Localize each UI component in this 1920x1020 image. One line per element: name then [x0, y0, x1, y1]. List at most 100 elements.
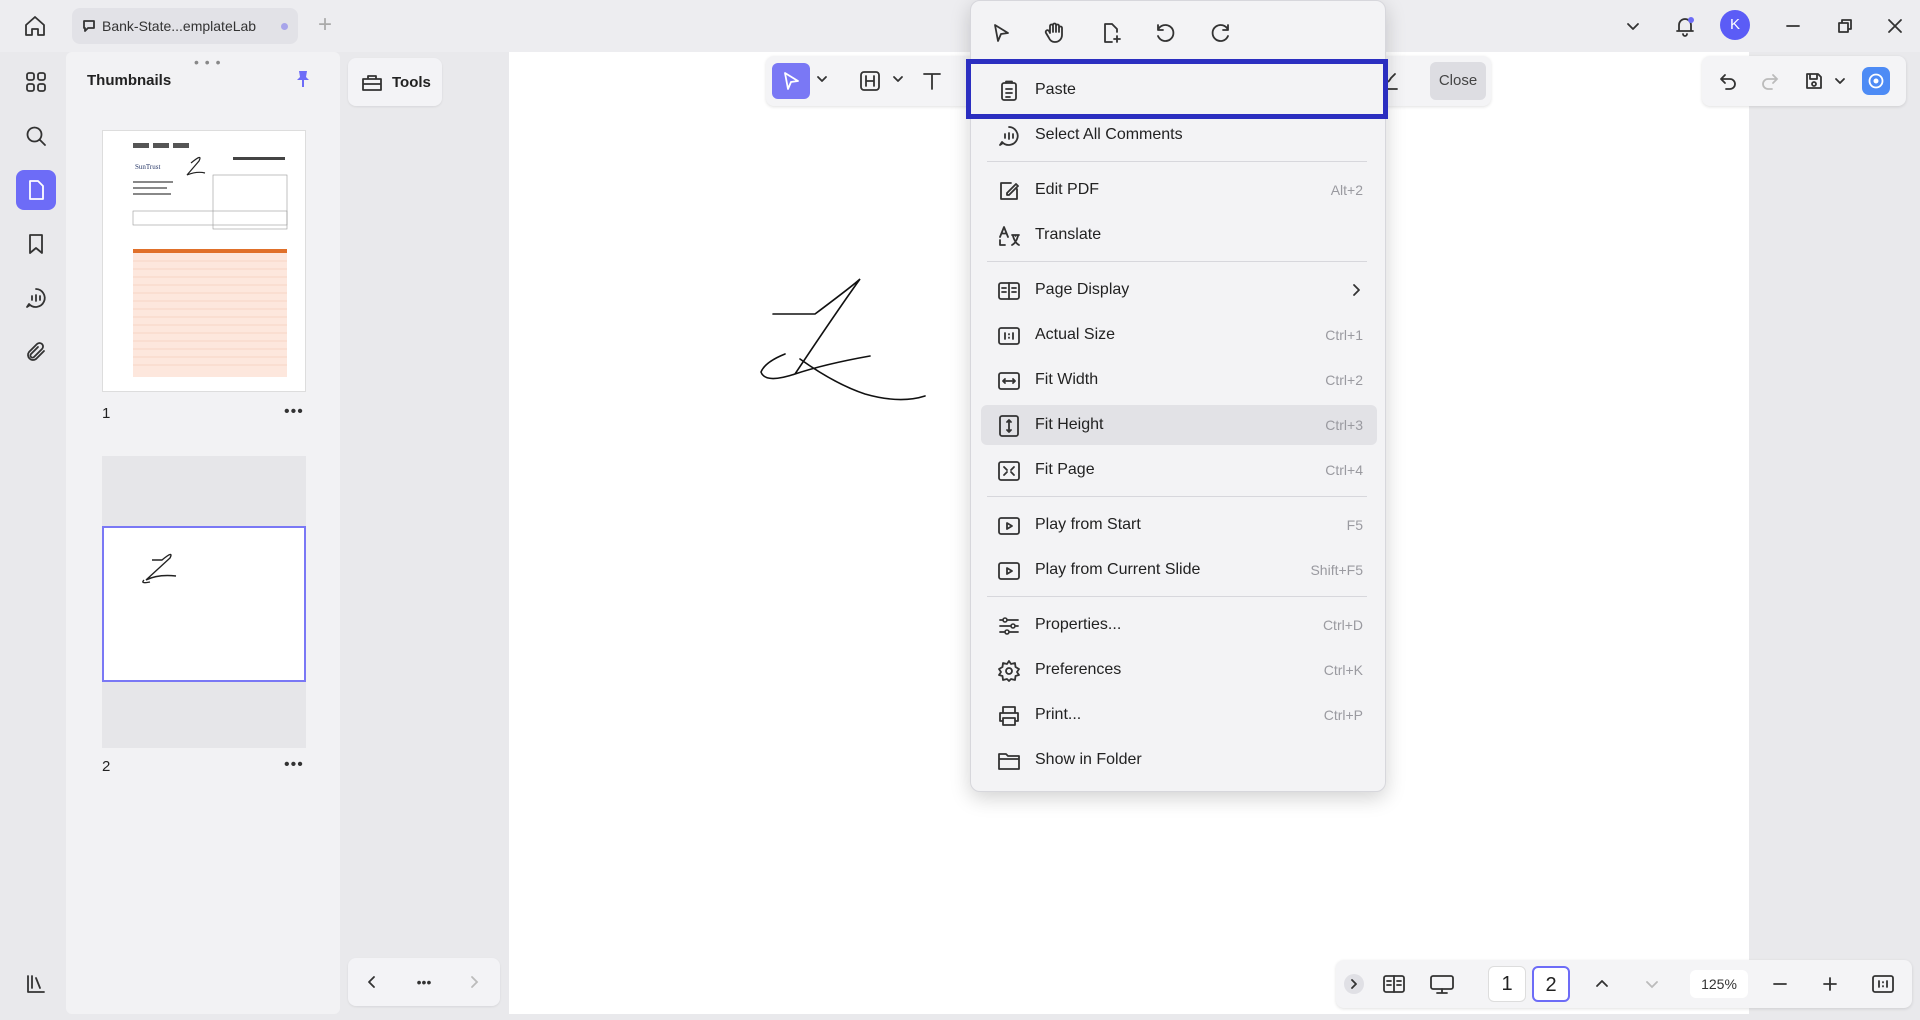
- rail-attachments-button[interactable]: [16, 332, 56, 372]
- presentation-icon: [1430, 975, 1454, 994]
- menu-item-fit-page[interactable]: Fit Page Ctrl+4: [981, 450, 1377, 490]
- menu-item-label: Select All Comments: [1035, 126, 1183, 143]
- menu-item-show-in-folder[interactable]: Show in Folder: [981, 740, 1377, 780]
- home-button[interactable]: [20, 12, 50, 40]
- signature-drawing: [760, 278, 926, 401]
- page-2-preview: [142, 553, 177, 584]
- plus-icon: [1823, 977, 1837, 991]
- menu-item-preferences[interactable]: Preferences Ctrl+K: [981, 650, 1377, 690]
- document-tab-title: Bank-State...emplateLab: [102, 18, 257, 34]
- actual-size-button[interactable]: [1870, 972, 1896, 996]
- restore-button[interactable]: [1830, 12, 1860, 40]
- rail-search-button[interactable]: [16, 116, 56, 156]
- panel-more-button[interactable]: •••: [412, 970, 436, 994]
- menu-item-actual-size[interactable]: Actual Size Ctrl+1: [981, 315, 1377, 355]
- quick-hand-button[interactable]: [1041, 19, 1069, 47]
- page-2-more-button[interactable]: •••: [284, 756, 304, 774]
- menu-item-print[interactable]: Print... Ctrl+P: [981, 695, 1377, 735]
- fit-page-icon: [998, 461, 1020, 481]
- search-icon: [26, 126, 46, 146]
- cursor-icon: [784, 72, 799, 90]
- tabs-dropdown-button[interactable]: [1618, 12, 1648, 40]
- page-1-button[interactable]: 1: [1488, 966, 1526, 1002]
- next-page-button[interactable]: [1640, 972, 1664, 996]
- menu-item-play-from-start[interactable]: Play from Start F5: [981, 505, 1377, 545]
- tools-label: Tools: [392, 73, 431, 91]
- collapse-statusbar-button[interactable]: [1344, 974, 1364, 994]
- comment-icon: [83, 20, 95, 32]
- minus-icon: [1773, 983, 1787, 985]
- context-menu-quick-tools: [971, 11, 1387, 53]
- zoom-out-button[interactable]: [1768, 972, 1792, 996]
- highlight-tool-dropdown[interactable]: [892, 73, 904, 85]
- document-tab[interactable]: Bank-State...emplateLab: [72, 8, 298, 44]
- menu-item-fit-width[interactable]: Fit Width Ctrl+2: [981, 360, 1377, 400]
- highlight-tool-button[interactable]: [858, 69, 882, 93]
- notifications-button[interactable]: [1670, 12, 1700, 40]
- rail-apps-button[interactable]: [16, 62, 56, 102]
- printer-icon: [999, 706, 1019, 726]
- menu-item-properties[interactable]: Properties... Ctrl+D: [981, 605, 1377, 645]
- chevron-right-icon: [471, 976, 479, 988]
- save-button[interactable]: [1802, 69, 1826, 93]
- library-icon: [27, 975, 45, 993]
- select-tool-button[interactable]: [772, 63, 810, 99]
- fit-height-icon: [999, 415, 1019, 437]
- quick-select-button[interactable]: [987, 19, 1015, 47]
- menu-item-play-from-current-slide[interactable]: Play from Current Slide Shift+F5: [981, 550, 1377, 590]
- thumbnails-panel: • • • Thumbnails SunTrust 1 ••• 2 •••: [66, 52, 340, 1014]
- menu-item-page-display[interactable]: Page Display: [981, 270, 1377, 310]
- panel-drag-handle[interactable]: • • •: [194, 54, 221, 70]
- redo-button[interactable]: [1758, 69, 1782, 93]
- text-tool-button[interactable]: [920, 69, 944, 93]
- panel-pager: •••: [348, 958, 500, 1006]
- close-toolstrip-button[interactable]: Close: [1430, 62, 1486, 100]
- chevron-up-icon: [1596, 980, 1608, 987]
- rail-bookmarks-button[interactable]: [16, 224, 56, 264]
- rail-library-button[interactable]: [16, 964, 56, 1004]
- page-2-button[interactable]: 2: [1532, 966, 1570, 1002]
- page-1-preview: SunTrust: [132, 143, 288, 377]
- panel-next-button[interactable]: [462, 970, 486, 994]
- select-tool-dropdown[interactable]: [816, 73, 828, 85]
- undo-button[interactable]: [1716, 69, 1740, 93]
- tools-button[interactable]: Tools: [348, 58, 442, 106]
- rail-thumbnails-button[interactable]: [16, 170, 56, 210]
- restore-icon: [1838, 19, 1852, 33]
- actual-size-icon: [998, 327, 1020, 345]
- page-thumbnail-1[interactable]: SunTrust: [102, 130, 306, 392]
- menu-item-shortcut: Ctrl+4: [1325, 462, 1363, 478]
- rail-comments-button[interactable]: [16, 278, 56, 318]
- quick-rotate-right-button[interactable]: [1207, 19, 1235, 47]
- prev-page-button[interactable]: [1590, 972, 1614, 996]
- close-window-button[interactable]: [1880, 12, 1910, 40]
- menu-item-shortcut: Ctrl+K: [1323, 662, 1363, 678]
- page-thumbnail-2[interactable]: [102, 526, 306, 682]
- menu-item-label: Play from Start: [1035, 516, 1141, 533]
- page-1-more-button[interactable]: •••: [284, 403, 304, 421]
- pin-panel-button[interactable]: [292, 68, 314, 90]
- quick-rotate-left-button[interactable]: [1151, 19, 1179, 47]
- save-dropdown[interactable]: [1828, 69, 1852, 93]
- new-tab-button[interactable]: +: [314, 12, 336, 40]
- minimize-button[interactable]: [1778, 12, 1808, 40]
- ai-assistant-icon: [1868, 73, 1884, 89]
- user-avatar[interactable]: K: [1720, 10, 1750, 40]
- comments-icon: [26, 288, 46, 308]
- panel-prev-button[interactable]: [360, 970, 384, 994]
- play-current-icon: [998, 562, 1020, 580]
- actual-size-icon: [1872, 975, 1894, 993]
- zoom-in-button[interactable]: [1818, 972, 1842, 996]
- menu-item-select-all-comments[interactable]: Select All Comments: [981, 115, 1377, 155]
- menu-item-label: Preferences: [1035, 661, 1122, 678]
- menu-item-translate[interactable]: Translate: [981, 215, 1377, 255]
- menu-item-edit-pdf[interactable]: Edit PDF Alt+2: [981, 170, 1377, 210]
- page-icon: [29, 180, 44, 200]
- zoom-level[interactable]: 125%: [1690, 970, 1748, 998]
- page-display-button[interactable]: [1380, 972, 1408, 996]
- ai-assistant-button[interactable]: [1862, 67, 1890, 95]
- menu-item-fit-height[interactable]: Fit Height Ctrl+3: [981, 405, 1377, 445]
- quick-add-page-button[interactable]: [1097, 19, 1125, 47]
- presentation-button[interactable]: [1428, 972, 1456, 996]
- menu-separator: [987, 596, 1367, 597]
